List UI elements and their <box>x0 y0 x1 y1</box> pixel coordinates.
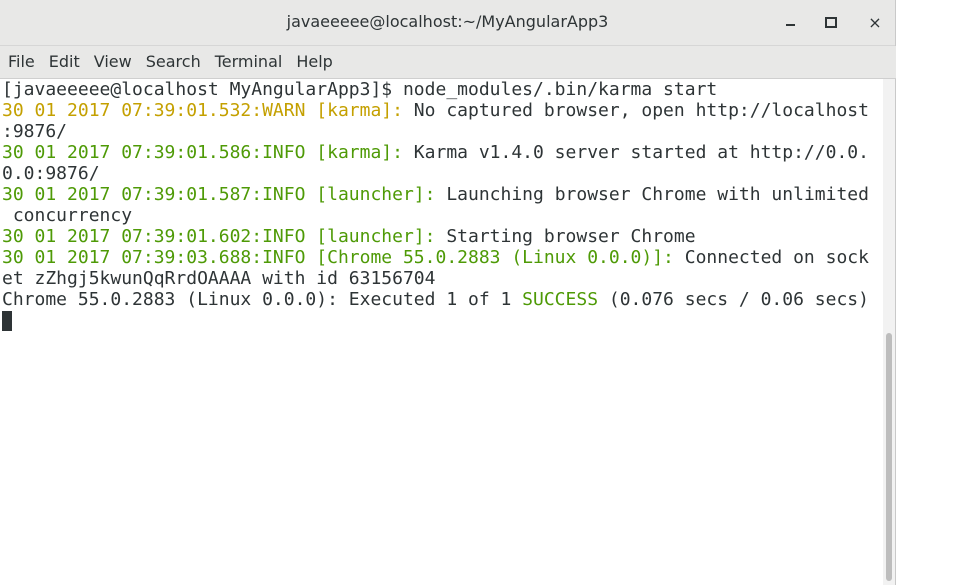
terminal-line: 0.0:9876/ <box>2 163 100 184</box>
log-message: Starting browser Chrome <box>435 226 696 247</box>
terminal-line: Chrome 55.0.2883 (Linux 0.0.0): Executed… <box>0 289 882 310</box>
title-bar[interactable]: javaeeeee@localhost:~/MyAngularApp3 × <box>0 0 895 46</box>
menu-view[interactable]: View <box>87 46 139 78</box>
log-message: Karma v1.4.0 server started at http://0.… <box>402 142 869 163</box>
maximize-icon <box>825 16 837 28</box>
terminal-line: 30 01 2017 07:39:01.532:WARN [karma]: No… <box>0 100 882 121</box>
menu-bar: File Edit View Search Terminal Help <box>0 46 896 79</box>
terminal-output[interactable]: [javaeeeee@localhost MyAngularApp3]$ nod… <box>0 79 882 585</box>
minimize-icon <box>785 24 795 26</box>
log-prefix-info: 30 01 2017 07:39:03.688:INFO [Chrome 55.… <box>2 247 674 268</box>
log-prefix-info: 30 01 2017 07:39:01.587:INFO [launcher]: <box>2 184 436 205</box>
log-prefix-info: 30 01 2017 07:39:01.602:INFO [launcher]: <box>2 226 436 247</box>
terminal-line: 30 01 2017 07:39:01.587:INFO [launcher]:… <box>0 184 882 205</box>
menu-search[interactable]: Search <box>139 46 208 78</box>
scrollbar[interactable] <box>883 79 895 585</box>
terminal-prompt-line <box>0 310 882 331</box>
terminal-line: et zZhgj5kwunQqRrdOAAAA with id 63156704 <box>2 268 436 289</box>
terminal-line: :9876/ <box>2 121 68 142</box>
log-message: Connected on sock <box>673 247 869 268</box>
minimize-button[interactable] <box>777 10 803 34</box>
menu-file[interactable]: File <box>1 46 42 78</box>
terminal-window: javaeeeee@localhost:~/MyAngularApp3 × Fi… <box>0 0 896 585</box>
scrollbar-thumb[interactable] <box>886 333 892 581</box>
text-cursor <box>2 311 12 331</box>
log-message: (0.076 secs / 0.06 secs) <box>598 289 869 310</box>
terminal-line: [javaeeeee@localhost MyAngularApp3]$ nod… <box>2 79 718 100</box>
log-message: No captured browser, open http://localho… <box>402 100 869 121</box>
close-icon: × <box>868 12 882 32</box>
maximize-button[interactable] <box>818 10 844 34</box>
terminal-line: 30 01 2017 07:39:01.602:INFO [launcher]:… <box>0 226 882 247</box>
menu-edit[interactable]: Edit <box>42 46 87 78</box>
terminal-line: concurrency <box>2 205 133 226</box>
log-prefix-info: 30 01 2017 07:39:01.586:INFO [karma]: <box>2 142 403 163</box>
menu-help[interactable]: Help <box>289 46 339 78</box>
window-title: javaeeeee@localhost:~/MyAngularApp3 <box>286 12 609 31</box>
log-message: Launching browser Chrome with unlimited <box>435 184 869 205</box>
success-text: SUCCESS <box>522 289 599 310</box>
terminal-line: 30 01 2017 07:39:01.586:INFO [karma]: Ka… <box>0 142 882 163</box>
log-prefix-warn: 30 01 2017 07:39:01.532:WARN [karma]: <box>2 100 403 121</box>
close-button[interactable]: × <box>862 10 888 34</box>
menu-terminal[interactable]: Terminal <box>208 46 290 78</box>
log-message: Chrome 55.0.2883 (Linux 0.0.0): Executed… <box>2 289 523 310</box>
terminal-line: 30 01 2017 07:39:03.688:INFO [Chrome 55.… <box>0 247 882 268</box>
